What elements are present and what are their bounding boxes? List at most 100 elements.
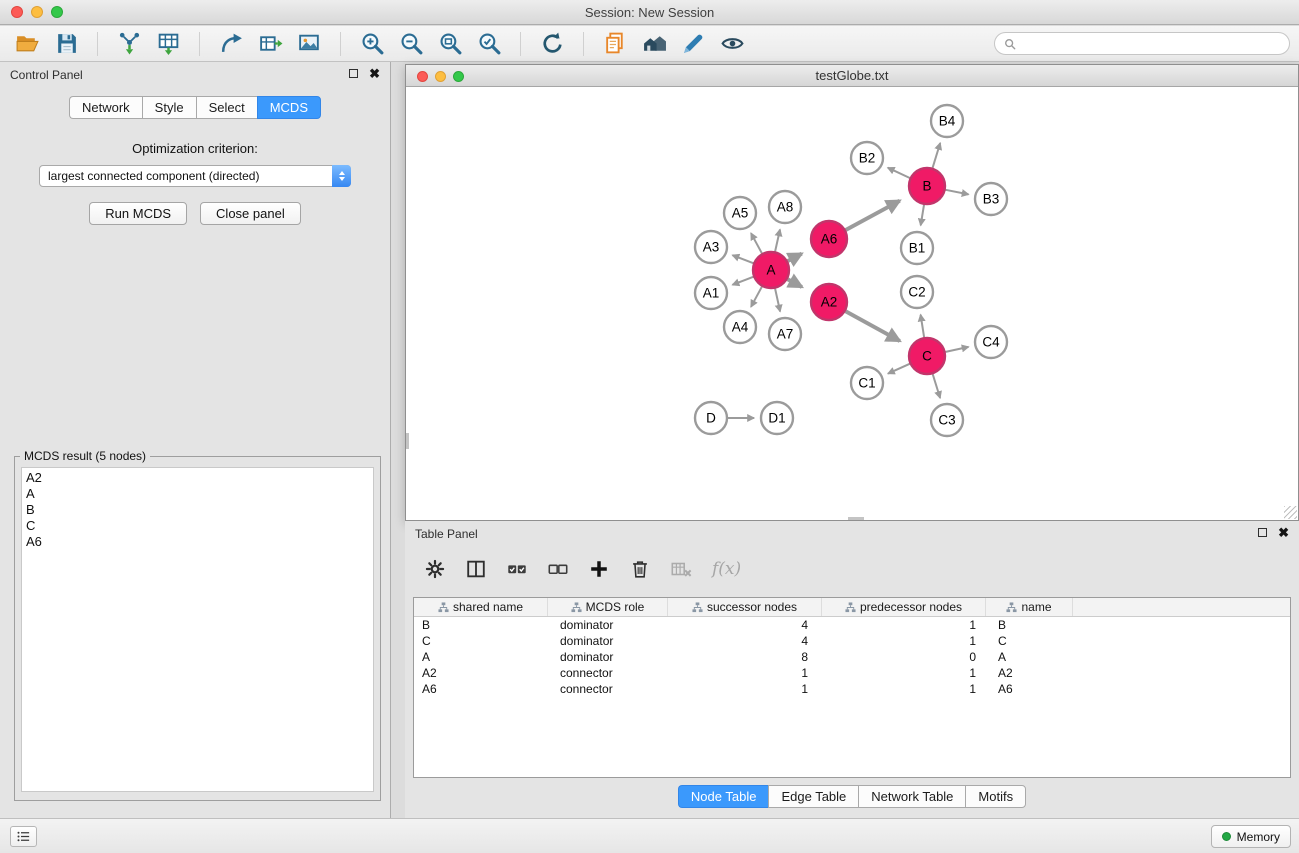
open-session-icon[interactable] <box>12 29 42 59</box>
network-edge-A-A7[interactable] <box>775 289 780 312</box>
table-settings-icon[interactable] <box>421 555 449 583</box>
deselect-all-icon[interactable] <box>544 555 572 583</box>
mcds-result-item[interactable]: A6 <box>22 534 373 550</box>
network-node-B2[interactable]: B2 <box>851 142 883 174</box>
control-tab-style[interactable]: Style <box>142 96 196 119</box>
network-edge-B-B2[interactable] <box>888 168 910 178</box>
network-edge-A-A6[interactable] <box>788 254 802 261</box>
float-panel-icon[interactable] <box>349 69 358 78</box>
network-node-A8[interactable]: A8 <box>769 191 801 223</box>
table-cell[interactable]: 1 <box>822 633 986 649</box>
table-cell[interactable]: 0 <box>822 649 986 665</box>
network-node-A7[interactable]: A7 <box>769 318 801 350</box>
table-cell[interactable]: 1 <box>822 665 986 681</box>
table-tab-motifs[interactable]: Motifs <box>965 785 1026 808</box>
network-edge-C-C2[interactable] <box>921 315 925 338</box>
mcds-result-item[interactable]: B <box>22 502 373 518</box>
table-tab-network-table[interactable]: Network Table <box>858 785 965 808</box>
delete-column-icon[interactable] <box>626 555 654 583</box>
table-cell[interactable]: 8 <box>668 649 822 665</box>
close-table-panel-icon[interactable]: ✖ <box>1278 527 1289 538</box>
control-tab-mcds[interactable]: MCDS <box>257 96 321 119</box>
table-tab-edge-table[interactable]: Edge Table <box>768 785 858 808</box>
export-image-icon[interactable] <box>294 29 324 59</box>
network-minimize-button[interactable] <box>435 71 446 82</box>
table-cell[interactable]: C <box>414 633 548 649</box>
close-window-button[interactable] <box>11 6 23 18</box>
refresh-icon[interactable] <box>537 29 567 59</box>
task-history-button[interactable] <box>10 826 37 847</box>
table-cell[interactable]: B <box>986 617 1073 633</box>
table-tab-node-table[interactable]: Node Table <box>678 785 769 808</box>
search-input[interactable] <box>1021 37 1280 51</box>
network-zoom-button[interactable] <box>453 71 464 82</box>
network-close-button[interactable] <box>417 71 428 82</box>
table-row[interactable]: Bdominator41B <box>414 617 1290 633</box>
table-cell[interactable]: A2 <box>986 665 1073 681</box>
network-edge-C-C1[interactable] <box>888 364 910 374</box>
minimize-window-button[interactable] <box>31 6 43 18</box>
home-icon[interactable] <box>639 29 669 59</box>
table-cell[interactable]: A <box>986 649 1073 665</box>
network-canvas[interactable]: B4B2BB3A5A8A6A3B1AC2A1A2A4A7C4CC1C3DD1 <box>406 88 1298 520</box>
network-edge-A-A2[interactable] <box>788 279 802 287</box>
resize-grip[interactable] <box>1284 506 1297 519</box>
export-table-icon[interactable] <box>255 29 285 59</box>
network-node-C4[interactable]: C4 <box>975 326 1007 358</box>
table-cell[interactable]: C <box>986 633 1073 649</box>
table-cell[interactable]: 4 <box>668 617 822 633</box>
column-header-successor-nodes[interactable]: successor nodes <box>668 598 822 616</box>
network-edge-A-A5[interactable] <box>751 233 762 253</box>
network-window-titlebar[interactable]: testGlobe.txt <box>406 65 1298 87</box>
network-node-B3[interactable]: B3 <box>975 183 1007 215</box>
network-edge-A-A4[interactable] <box>751 287 762 307</box>
import-table-icon[interactable] <box>153 29 183 59</box>
network-node-A3[interactable]: A3 <box>695 231 727 263</box>
split-columns-icon[interactable] <box>462 555 490 583</box>
select-all-icon[interactable] <box>503 555 531 583</box>
function-builder-label[interactable]: f(x) <box>712 559 741 579</box>
network-edge-A2-C[interactable] <box>846 311 900 341</box>
column-header-name[interactable]: name <box>986 598 1073 616</box>
network-edge-B-B3[interactable] <box>946 190 969 195</box>
export-network-icon[interactable] <box>216 29 246 59</box>
network-node-A1[interactable]: A1 <box>695 277 727 309</box>
table-row[interactable]: A2connector11A2 <box>414 665 1290 681</box>
network-node-D[interactable]: D <box>695 402 727 434</box>
search-box[interactable] <box>994 32 1290 55</box>
column-header-mcds-role[interactable]: MCDS role <box>548 598 668 616</box>
network-node-A[interactable]: A <box>753 252 789 288</box>
table-row[interactable]: Cdominator41C <box>414 633 1290 649</box>
graphics-details-icon[interactable] <box>678 29 708 59</box>
table-cell[interactable]: 4 <box>668 633 822 649</box>
run-mcds-button[interactable]: Run MCDS <box>89 202 187 225</box>
network-node-B4[interactable]: B4 <box>931 105 963 137</box>
control-tab-select[interactable]: Select <box>196 96 257 119</box>
network-node-C3[interactable]: C3 <box>931 404 963 436</box>
control-tab-network[interactable]: Network <box>69 96 142 119</box>
zoom-selected-icon[interactable] <box>474 29 504 59</box>
network-node-A4[interactable]: A4 <box>724 311 756 343</box>
table-cell[interactable]: A6 <box>986 681 1073 697</box>
vertical-scroll-indicator[interactable] <box>406 433 409 449</box>
add-column-icon[interactable] <box>585 555 613 583</box>
network-edge-C-C4[interactable] <box>946 347 969 352</box>
mcds-result-item[interactable]: C <box>22 518 373 534</box>
network-node-D1[interactable]: D1 <box>761 402 793 434</box>
table-cell[interactable]: 1 <box>822 681 986 697</box>
table-cell[interactable]: 1 <box>822 617 986 633</box>
float-table-panel-icon[interactable] <box>1258 528 1267 537</box>
table-cell[interactable]: A2 <box>414 665 548 681</box>
network-node-B[interactable]: B <box>909 168 945 204</box>
table-cell[interactable]: 1 <box>668 681 822 697</box>
memory-button[interactable]: Memory <box>1211 825 1291 848</box>
network-edge-A-A3[interactable] <box>733 255 754 263</box>
column-header-shared-name[interactable]: shared name <box>414 598 548 616</box>
network-edge-C-C3[interactable] <box>933 374 940 398</box>
close-panel-icon[interactable]: ✖ <box>369 68 380 79</box>
import-network-icon[interactable] <box>114 29 144 59</box>
mcds-result-item[interactable]: A <box>22 486 373 502</box>
horizontal-scroll-indicator[interactable] <box>848 517 864 520</box>
table-cell[interactable]: A <box>414 649 548 665</box>
network-edge-A6-B[interactable] <box>846 201 900 230</box>
